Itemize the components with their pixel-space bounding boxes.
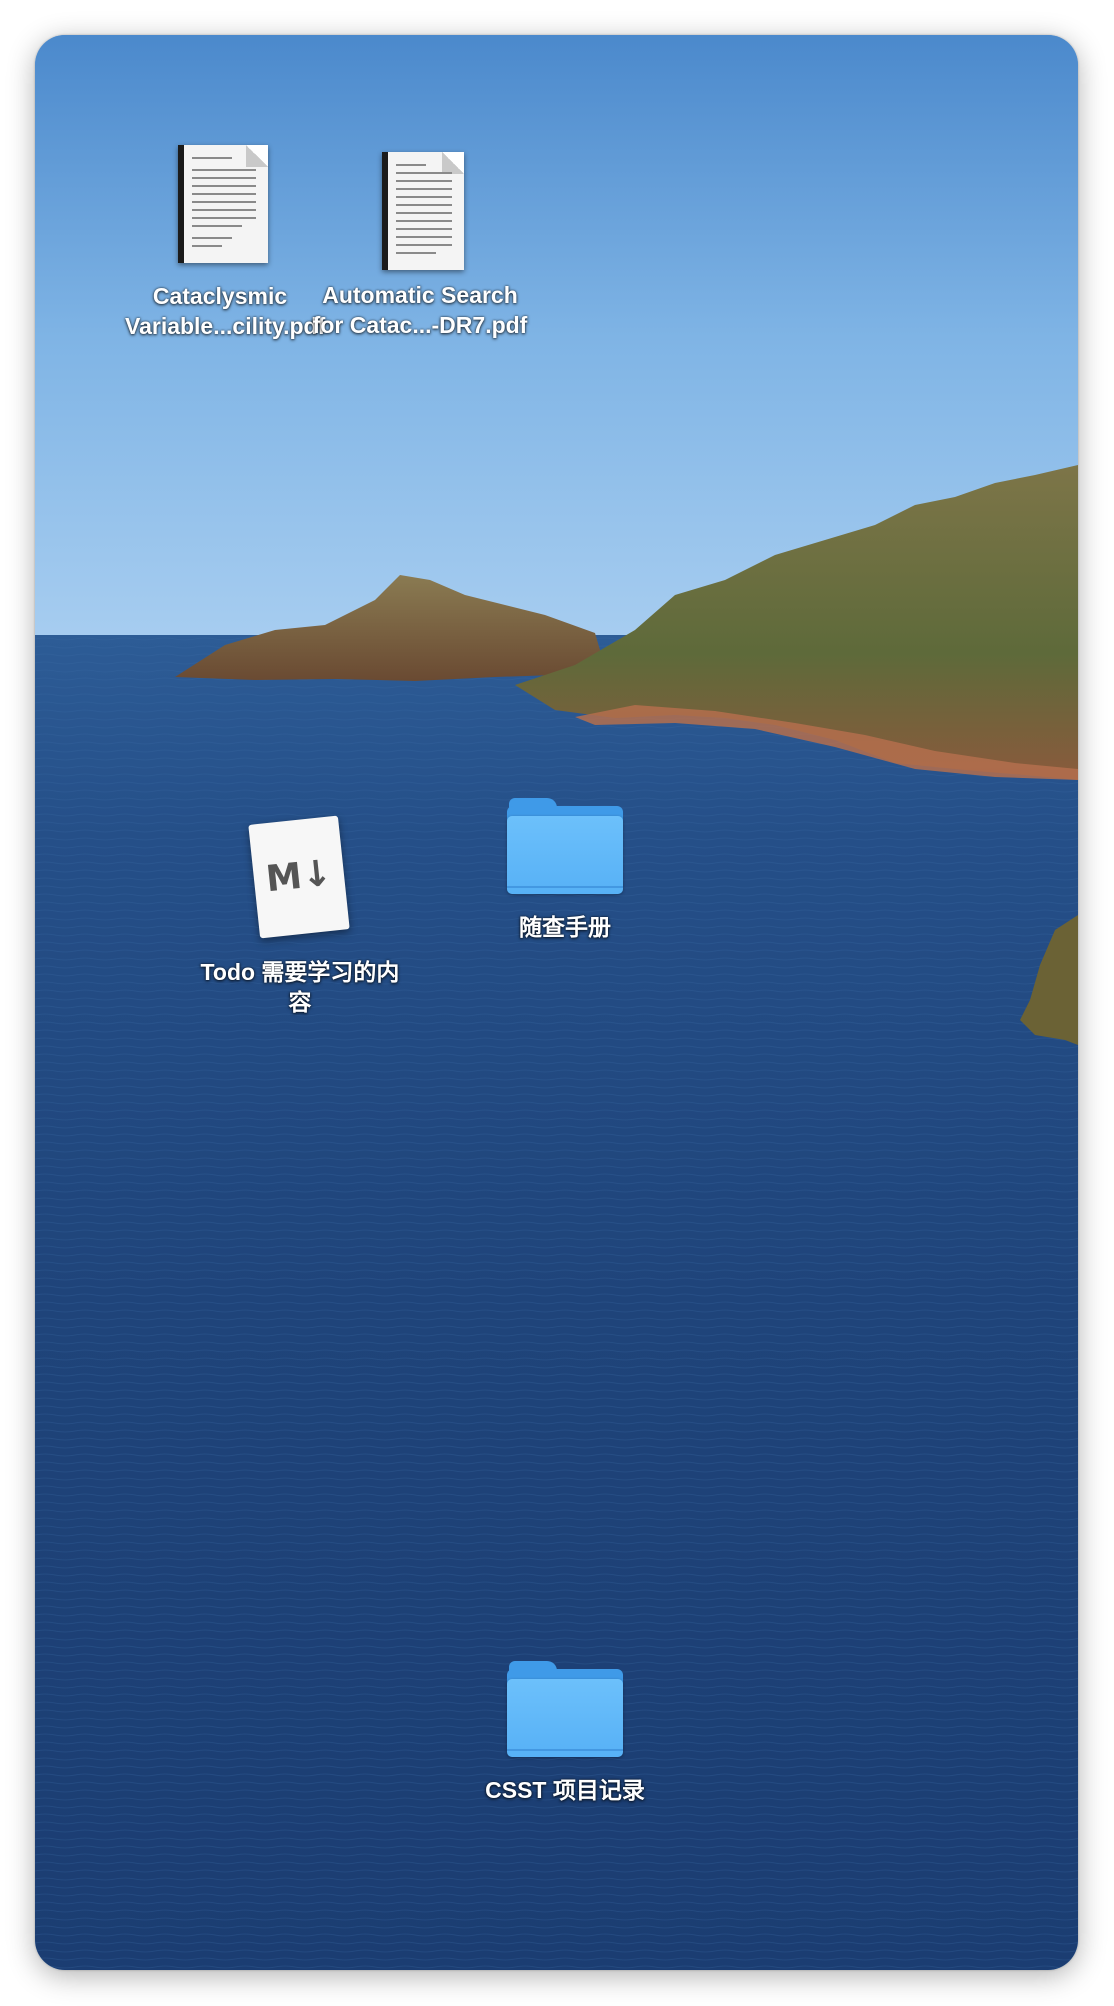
- file-label: Todo 需要学习的内 容: [200, 959, 400, 1015]
- folder-suicha-shouce[interactable]: 随查手册: [465, 792, 665, 940]
- pdf-document-icon: [300, 152, 540, 272]
- folder-icon: [507, 798, 623, 894]
- folder-label: CSST 项目记录: [485, 1777, 645, 1803]
- file-label: Cataclysmic Variable...cility.pdf: [125, 283, 326, 339]
- pdf-file-cataclysmic[interactable]: Cataclysmic Variable...cility.pdf: [125, 145, 325, 339]
- markdown-document-icon: M↓: [175, 810, 425, 945]
- pdf-file-automatic-search[interactable]: Automatic Search for Catac...-DR7.pdf: [300, 152, 540, 338]
- file-label: Automatic Search for Catac...-DR7.pdf: [312, 282, 528, 338]
- markdown-file-todo[interactable]: M↓ Todo 需要学习的内 容: [175, 810, 425, 1015]
- folder-label: 随查手册: [519, 914, 611, 940]
- desktop[interactable]: Cataclysmic Variable...cility.pdf Automa…: [35, 35, 1078, 1970]
- pdf-document-icon: [135, 145, 305, 269]
- folder-csst[interactable]: CSST 项目记录: [465, 1655, 665, 1803]
- folder-icon: [507, 1661, 623, 1757]
- markdown-glyph: M↓: [263, 852, 334, 901]
